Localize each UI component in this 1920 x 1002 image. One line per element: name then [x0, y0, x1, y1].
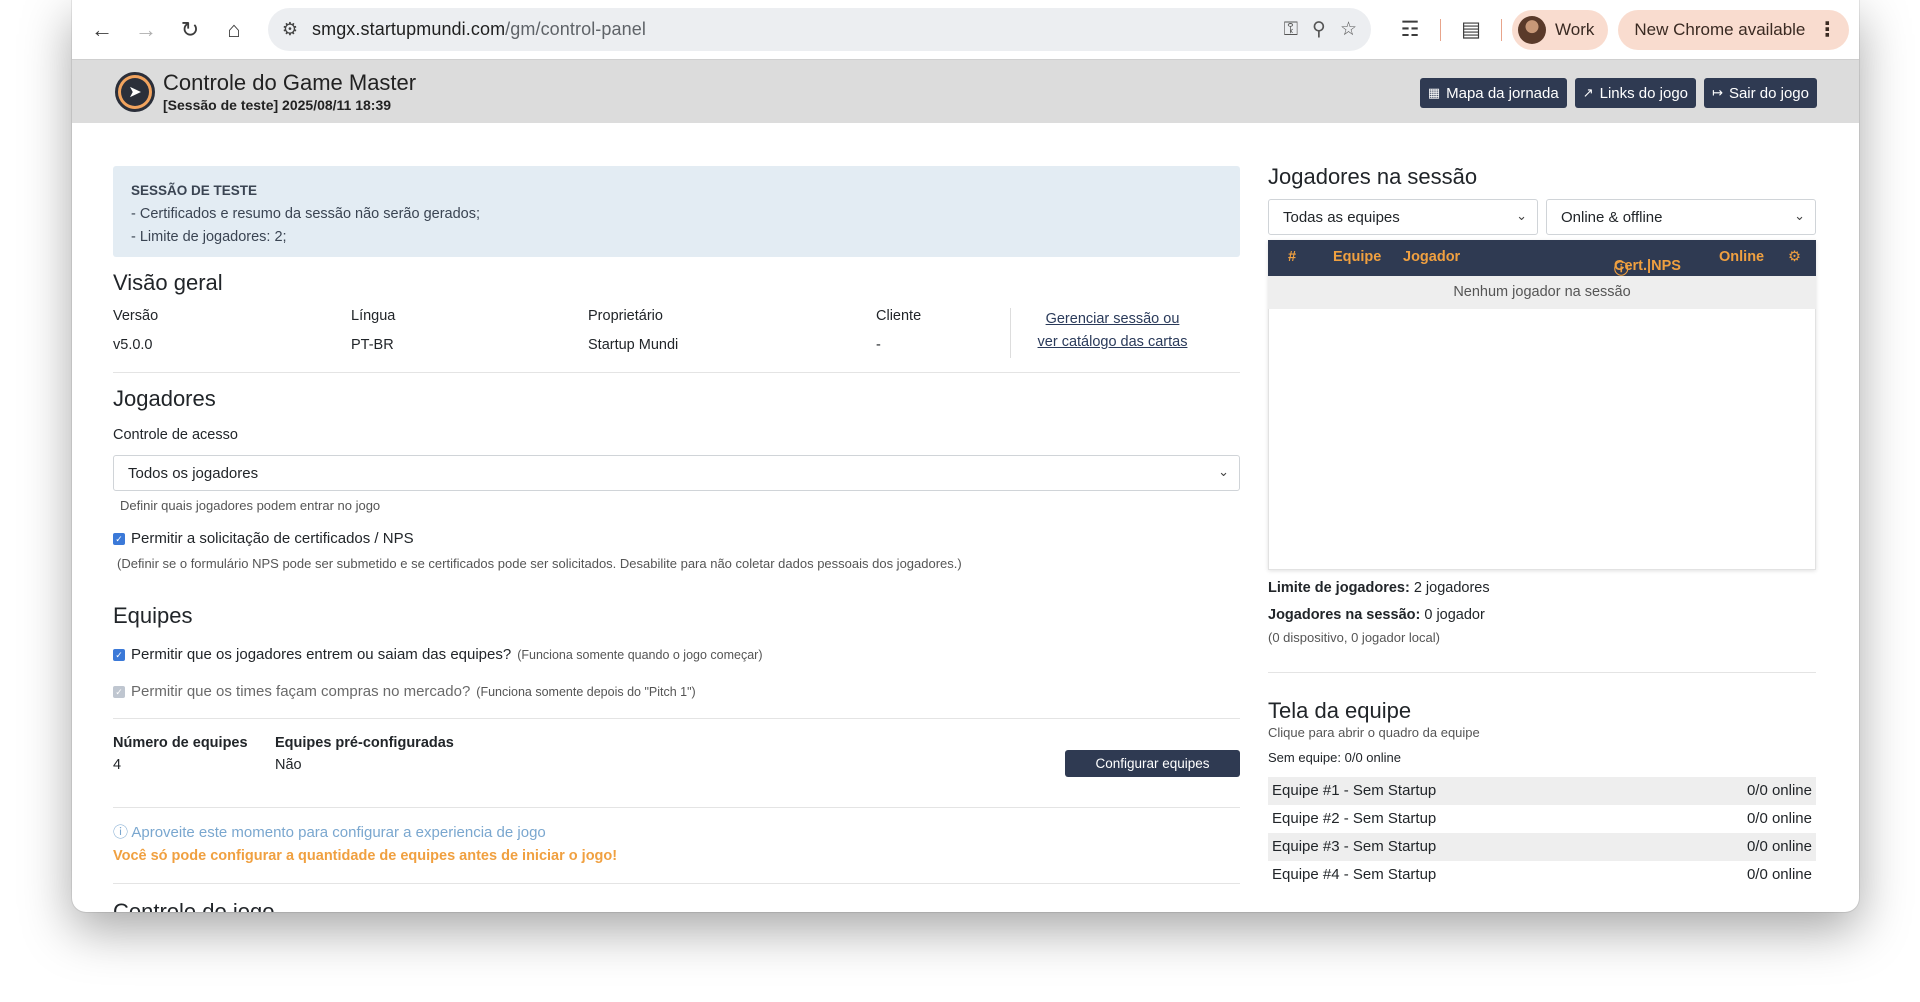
client-value: - [876, 337, 881, 353]
join-teams-checkbox[interactable]: ✓ [113, 649, 125, 661]
update-chrome-button[interactable]: New Chrome available ⋮ [1618, 9, 1850, 50]
no-team-status: Sem equipe: 0/0 online [1268, 750, 1402, 765]
logo: ➤ [115, 72, 155, 112]
team-screen-heading: Tela da equipe [1268, 698, 1412, 723]
reading-list-icon[interactable]: ▤ [1451, 17, 1491, 42]
nps-checkbox[interactable]: ✓ [113, 533, 125, 545]
divider [113, 883, 1240, 884]
game-control-heading: Controle do jogo [113, 899, 275, 912]
settings-icon[interactable]: ⚙ [1788, 249, 1801, 265]
map-icon: ▦ [1427, 85, 1441, 100]
divider [113, 372, 1240, 373]
divider [1010, 308, 1011, 358]
col-online: Online [1719, 249, 1765, 265]
client-label: Cliente [876, 308, 922, 324]
divider [1268, 672, 1816, 673]
market-label: Permitir que os times façam compras no m… [131, 683, 696, 700]
app-header: ➤ Controle do Game Master [Sessão de tes… [72, 59, 1859, 123]
players-in-session: Jogadores na sessão: 0 jogador [1268, 607, 1485, 623]
warning-message: Você só pode configurar a quantidade de … [113, 848, 618, 864]
alert-line: - Certificados e resumo da sessão não se… [131, 206, 480, 222]
nps-label: Permitir a solicitação de certificados /… [131, 530, 414, 547]
nps-help: (Definir se o formulário NPS pode ser su… [117, 556, 962, 571]
language-label: Língua [351, 308, 396, 324]
language-value: PT-BR [351, 337, 394, 353]
page-title: Controle do Game Master [163, 70, 417, 95]
alert-title: SESSÃO DE TESTE [131, 183, 258, 198]
manage-session-link[interactable]: Gerenciar sessão ou ver catálogo das cart… [1025, 308, 1200, 354]
team-row[interactable]: Equipe #4 - Sem Startup 0/0 online [1268, 861, 1816, 889]
empty-table-message: Nenhum jogador na sessão [1268, 276, 1816, 309]
profile-button[interactable]: Work [1512, 9, 1609, 50]
logout-icon: ↦ [1712, 85, 1723, 100]
info-message: ⓘ Aproveite este momento para configurar… [113, 824, 546, 841]
session-players-heading: Jogadores na sessão [1268, 164, 1478, 189]
preconfigured-value: Não [275, 757, 302, 773]
alert-line: - Limite de jogadores: 2; [131, 229, 287, 245]
key-icon[interactable]: ⚿ [1284, 19, 1298, 41]
main-content: SESSÃO DE TESTE - Certificados e resumo … [72, 124, 1859, 912]
join-teams-label: Permitir que os jogadores entrem ou saia… [131, 646, 763, 663]
menu-kebab-icon: ⋮ [1817, 19, 1838, 41]
version-label: Versão [113, 308, 159, 324]
chevron-down-icon: ⌄ [1794, 208, 1805, 223]
team-screen-subheading: Clique para abrir o quadro da equipe [1268, 725, 1480, 740]
player-limit: Limite de jogadores: 2 jogadores [1268, 580, 1490, 596]
info-icon: ⓘ [113, 824, 129, 841]
overview-heading: Visão geral [113, 270, 223, 295]
devices-note: (0 dispositivo, 0 jogador local) [1268, 630, 1440, 645]
journey-map-button[interactable]: ▦ Mapa da jornada [1419, 78, 1567, 108]
test-session-alert: SESSÃO DE TESTE - Certificados e resumo … [113, 166, 1240, 257]
status-filter-select[interactable]: Online & offline ⌄ [1546, 199, 1816, 235]
chevron-down-icon: ⌄ [1516, 208, 1527, 223]
home-icon[interactable]: ⌂ [212, 10, 256, 50]
site-info-icon[interactable]: ⚙ [268, 19, 312, 40]
exit-game-button[interactable]: ↦ Sair do jogo [1704, 78, 1817, 108]
session-subtitle: [Sessão de teste] 2025/08/11 18:39 [163, 97, 392, 113]
col-index: # [1288, 249, 1297, 265]
team-count-label: Número de equipes [113, 735, 248, 751]
profile-label: Work [1555, 19, 1595, 39]
game-links-button[interactable]: ↗ Links do jogo [1574, 78, 1697, 108]
divider [113, 807, 1240, 808]
browser-toolbar: ← → ↻ ⌂ ⚙ smgx.startupmundi.com/gm/contr… [72, 0, 1859, 59]
reload-icon[interactable]: ↻ [168, 10, 212, 50]
url-text[interactable]: smgx.startupmundi.com/gm/control-panel [312, 19, 646, 40]
update-label: New Chrome available [1634, 19, 1806, 39]
back-icon[interactable]: ← [80, 10, 124, 50]
extensions-icon[interactable]: ☶ [1390, 17, 1430, 42]
avatar [1518, 15, 1546, 44]
team-filter-select[interactable]: Todas as equipes ⌄ [1268, 199, 1538, 235]
col-player: Jogador [1403, 249, 1461, 265]
zoom-icon[interactable]: ⚲ [1312, 18, 1326, 41]
teams-heading: Equipes [113, 603, 193, 628]
access-control-label: Controle de acesso [113, 427, 238, 443]
col-team: Equipe [1333, 249, 1382, 265]
access-help: Definir quais jogadores podem entrar no … [120, 498, 381, 513]
forward-icon[interactable]: → [124, 10, 168, 50]
star-icon[interactable]: ☆ [1340, 18, 1357, 41]
team-row[interactable]: Equipe #3 - Sem Startup 0/0 online [1268, 833, 1816, 861]
chevron-down-icon: ⌄ [1218, 464, 1229, 479]
external-link-icon: ↗ [1582, 85, 1594, 100]
owner-value: Startup Mundi [588, 337, 679, 353]
players-table-header: # Equipe Jogador Cert.|NPS ⓘ Online ⚙ [1268, 240, 1816, 278]
rocket-icon: ➤ [121, 78, 149, 106]
market-checkbox[interactable]: ✓ [113, 686, 125, 698]
owner-label: Proprietário [588, 308, 663, 324]
team-row[interactable]: Equipe #1 - Sem Startup 0/0 online [1268, 777, 1816, 805]
preconfigured-label: Equipes pré-configuradas [275, 735, 454, 751]
toolbar-divider [1501, 18, 1502, 41]
configure-teams-button[interactable]: Configurar equipes [1065, 750, 1240, 777]
team-row[interactable]: Equipe #2 - Sem Startup 0/0 online [1268, 805, 1816, 833]
version-value: v5.0.0 [113, 337, 153, 353]
access-control-select[interactable]: Todos os jogadores ⌄ [113, 455, 1240, 491]
team-count-value: 4 [113, 757, 122, 773]
toolbar-divider [1440, 18, 1441, 41]
divider [113, 718, 1240, 719]
browser-window: ← → ↻ ⌂ ⚙ smgx.startupmundi.com/gm/contr… [72, 0, 1859, 912]
address-bar[interactable]: ⚙ smgx.startupmundi.com/gm/control-panel… [268, 8, 1371, 51]
players-heading: Jogadores [113, 386, 216, 411]
